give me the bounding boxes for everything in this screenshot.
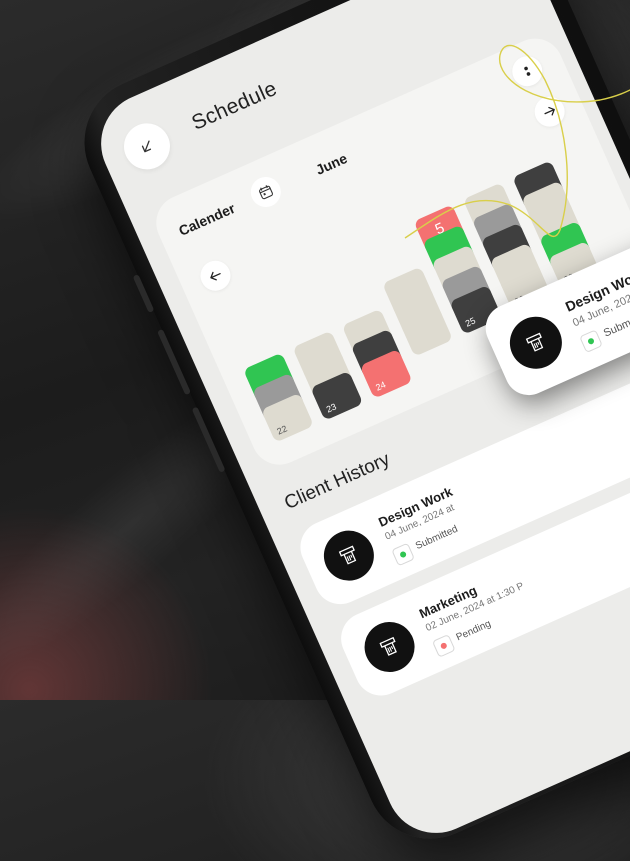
next-month-button[interactable] — [529, 91, 570, 132]
status-indicator — [579, 329, 603, 354]
back-button[interactable] — [116, 116, 178, 177]
avatar[interactable] — [478, 0, 543, 5]
calendar-day-number: 23 — [324, 401, 338, 415]
calendar-icon — [259, 185, 273, 200]
page-title: Schedule — [188, 76, 281, 135]
popup-status-text: Subm — [601, 317, 630, 340]
calendar-day-number: 24 — [374, 379, 388, 393]
status-dot — [587, 337, 595, 346]
status-indicator — [391, 542, 415, 567]
calendar-card: Calender June 5 25 22 23 24 — [147, 29, 630, 474]
status-dot — [399, 550, 408, 559]
more-vertical-icon — [524, 66, 531, 76]
file-stack-icon — [525, 332, 544, 352]
phone-screen: Schedule Calender June 5 25 22 23 24 Cli… — [85, 0, 630, 849]
user-photo — [481, 0, 540, 2]
calendar-label: Calender — [176, 199, 238, 239]
calendar-day-number: 22 — [275, 423, 289, 437]
popup-icon — [501, 308, 571, 378]
entry-icon-button — [315, 522, 382, 589]
calendar-menu-button[interactable] — [507, 51, 548, 92]
entry-icon-button — [356, 613, 423, 681]
arrow-right-icon — [544, 106, 555, 116]
month-label: June — [313, 149, 350, 178]
arrow-left-icon — [210, 271, 221, 281]
previous-month-button[interactable] — [195, 255, 236, 296]
status-indicator — [431, 633, 456, 658]
file-stack-icon — [338, 545, 357, 565]
calendar-button[interactable] — [245, 172, 286, 212]
arrow-left-icon — [141, 140, 152, 153]
file-stack-icon — [379, 636, 397, 656]
status-text: Pending — [454, 618, 493, 644]
status-dot — [439, 641, 448, 650]
